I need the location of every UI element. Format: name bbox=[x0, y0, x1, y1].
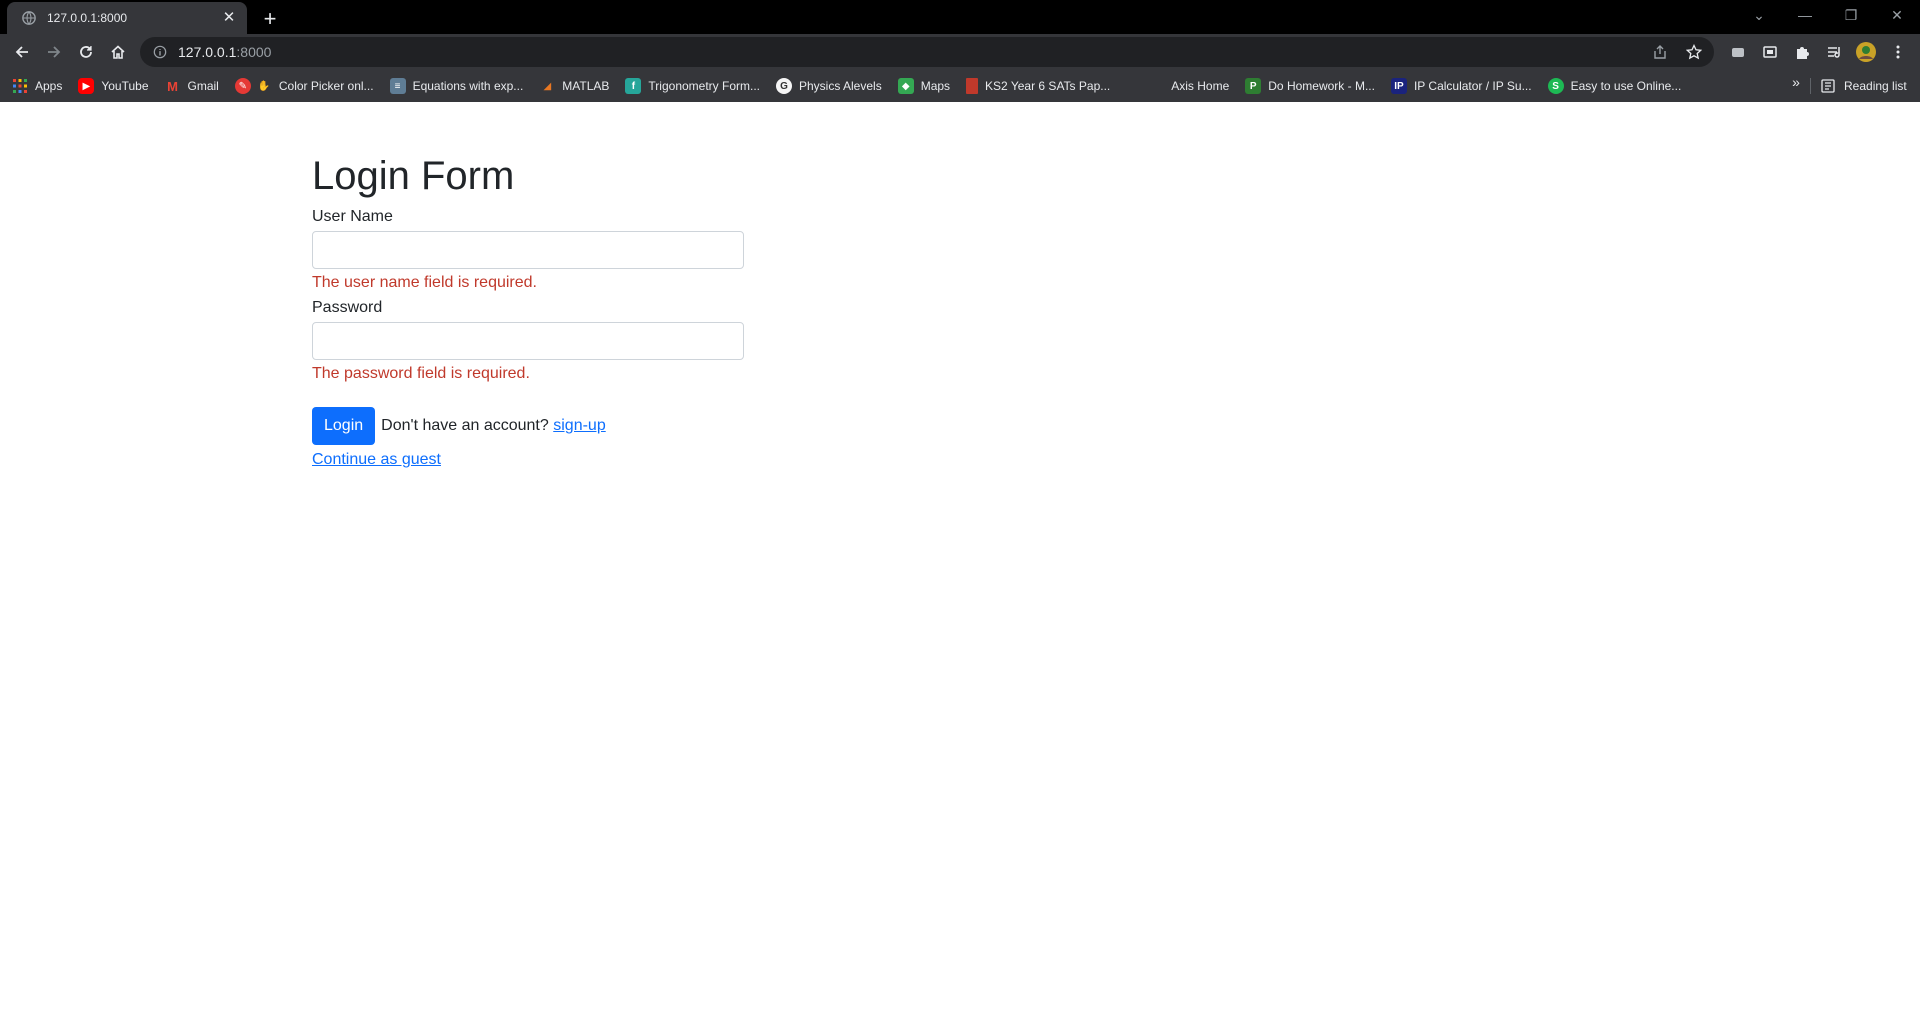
page-title: Login Form bbox=[312, 154, 515, 198]
signup-prompt-text: Don't have an account? bbox=[381, 417, 549, 434]
tab-title: 127.0.0.1:8000 bbox=[47, 11, 128, 25]
bookmarks-overflow-icon[interactable]: » bbox=[1786, 74, 1806, 90]
youtube-icon: ▶ bbox=[78, 78, 95, 94]
extension-icon[interactable] bbox=[1724, 38, 1752, 66]
signup-prompt: Don't have an account? sign-up bbox=[381, 417, 606, 435]
login-button[interactable]: Login bbox=[312, 407, 376, 445]
url-port: :8000 bbox=[236, 44, 272, 60]
bookmarks-bar: Apps ▶ YouTube M Gmail ✎ ✋ Color Picker … bbox=[0, 70, 1920, 102]
bookmark-icon bbox=[966, 78, 979, 94]
login-form: Login Form User Name The user name field… bbox=[312, 152, 744, 469]
site-info-icon[interactable] bbox=[152, 44, 168, 60]
bookmark-homework[interactable]: P Do Homework - M... bbox=[1245, 74, 1375, 98]
password-label: Password bbox=[312, 299, 383, 316]
reading-list-icon bbox=[1821, 79, 1835, 93]
bookmark-label: KS2 Year 6 SATs Pap... bbox=[985, 79, 1111, 93]
bookmark-label: Gmail bbox=[187, 79, 219, 93]
gmail-icon: M bbox=[167, 78, 178, 94]
username-error: The user name field is required. bbox=[312, 274, 537, 291]
trig-icon: f bbox=[625, 78, 642, 94]
bookmark-gmail[interactable]: M Gmail bbox=[165, 74, 219, 98]
home-icon bbox=[111, 45, 125, 59]
bookmark-matlab[interactable]: ◢ MATLAB bbox=[539, 74, 609, 98]
reload-button[interactable] bbox=[72, 38, 100, 66]
globe-icon bbox=[21, 10, 37, 26]
username-input[interactable] bbox=[312, 231, 744, 269]
color-picker-icon: ✎ bbox=[234, 78, 251, 94]
bookmark-label: Maps bbox=[920, 79, 951, 93]
url-host: 127.0.0.1 bbox=[178, 44, 237, 60]
password-error: The password field is required. bbox=[312, 365, 530, 382]
restore-icon[interactable]: ❐ bbox=[1828, 0, 1874, 30]
bookmark-color-picker[interactable]: ✎ ✋ Color Picker onl... bbox=[234, 74, 374, 98]
apps-grid-icon bbox=[12, 78, 28, 94]
puzzle-icon[interactable] bbox=[1788, 38, 1816, 66]
bookmark-label: YouTube bbox=[101, 79, 149, 93]
forward-arrow-icon bbox=[48, 46, 61, 58]
profile-avatar-icon[interactable] bbox=[1852, 38, 1880, 66]
homework-icon: P bbox=[1245, 78, 1262, 94]
bookmark-label: Do Homework - M... bbox=[1268, 79, 1375, 93]
bookmark-easy[interactable]: S Easy to use Online... bbox=[1547, 74, 1682, 98]
bookmark-label: Axis Home bbox=[1171, 79, 1230, 93]
close-window-icon[interactable]: ✕ bbox=[1874, 0, 1920, 30]
bookmark-label: MATLAB bbox=[562, 79, 610, 93]
maps-icon: ◆ bbox=[897, 78, 914, 94]
toolbar: 127.0.0.1:8000 bbox=[0, 34, 1920, 70]
bookmark-star-icon[interactable] bbox=[1686, 44, 1702, 60]
tab-capture-icon[interactable] bbox=[1756, 38, 1784, 66]
username-label: User Name bbox=[312, 208, 393, 225]
back-arrow-icon bbox=[15, 46, 28, 58]
bookmark-youtube[interactable]: ▶ YouTube bbox=[78, 74, 149, 98]
media-control-icon[interactable] bbox=[1820, 38, 1848, 66]
bookmarks-divider bbox=[1810, 78, 1811, 94]
bookmark-ks2[interactable]: KS2 Year 6 SATs Pap... bbox=[966, 74, 1110, 98]
bookmark-ip-calculator[interactable]: IP IP Calculator / IP Su... bbox=[1390, 74, 1532, 98]
reading-list-label: Reading list bbox=[1844, 79, 1907, 93]
matlab-icon: ◢ bbox=[543, 80, 552, 92]
continue-as-guest-link[interactable]: Continue as guest bbox=[312, 451, 441, 469]
minimize-icon[interactable]: — bbox=[1782, 0, 1828, 30]
page-content: Login Form User Name The user name field… bbox=[0, 102, 1920, 1030]
reload-icon bbox=[80, 46, 92, 58]
signup-link[interactable]: sign-up bbox=[553, 417, 605, 434]
bookmark-apps[interactable]: Apps bbox=[12, 74, 62, 98]
browser-tab[interactable]: 127.0.0.1:8000 ✕ bbox=[7, 2, 247, 34]
bookmark-label: Trigonometry Form... bbox=[648, 79, 760, 93]
bookmark-label: Equations with exp... bbox=[412, 79, 524, 93]
bookmark-physics[interactable]: G Physics Alevels bbox=[776, 74, 882, 98]
back-button[interactable] bbox=[8, 38, 36, 66]
equations-icon: ≡ bbox=[389, 78, 406, 94]
home-button[interactable] bbox=[104, 38, 132, 66]
bookmark-label: Easy to use Online... bbox=[1570, 79, 1682, 93]
ip-icon: IP bbox=[1390, 78, 1407, 94]
bookmark-maps[interactable]: ◆ Maps bbox=[897, 74, 951, 98]
bookmark-label: IP Calculator / IP Su... bbox=[1413, 79, 1532, 93]
password-input[interactable] bbox=[312, 322, 744, 360]
tab-search-icon[interactable]: ⌄ bbox=[1736, 0, 1782, 30]
hand-icon: ✋ bbox=[257, 80, 271, 92]
address-bar[interactable]: 127.0.0.1:8000 bbox=[140, 37, 1714, 67]
close-tab-icon[interactable]: ✕ bbox=[221, 10, 237, 26]
menu-kebab-icon[interactable] bbox=[1884, 38, 1912, 66]
axis-icon bbox=[1148, 78, 1164, 94]
bookmark-trigonometry[interactable]: f Trigonometry Form... bbox=[625, 74, 760, 98]
bookmark-equations[interactable]: ≡ Equations with exp... bbox=[389, 74, 524, 98]
easy-icon: S bbox=[1547, 78, 1564, 94]
forward-button[interactable] bbox=[40, 38, 68, 66]
reading-list-button[interactable]: Reading list bbox=[1820, 74, 1907, 98]
new-tab-button[interactable]: + bbox=[256, 6, 284, 34]
bookmark-label: Apps bbox=[35, 79, 63, 93]
bookmark-label: Color Picker onl... bbox=[278, 79, 374, 93]
browser-chrome: 127.0.0.1:8000 ✕ + ⌄ — ❐ ✕ 127.0.0.1:800… bbox=[0, 0, 1920, 102]
bookmark-axis-home[interactable]: Axis Home bbox=[1148, 74, 1229, 98]
form-actions: Login Don't have an account? sign-up bbox=[312, 407, 744, 445]
share-icon[interactable] bbox=[1652, 44, 1668, 60]
bookmark-label: Physics Alevels bbox=[799, 79, 882, 93]
tab-strip: 127.0.0.1:8000 ✕ + ⌄ — ❐ ✕ bbox=[0, 0, 1920, 34]
physics-icon: G bbox=[776, 78, 792, 94]
